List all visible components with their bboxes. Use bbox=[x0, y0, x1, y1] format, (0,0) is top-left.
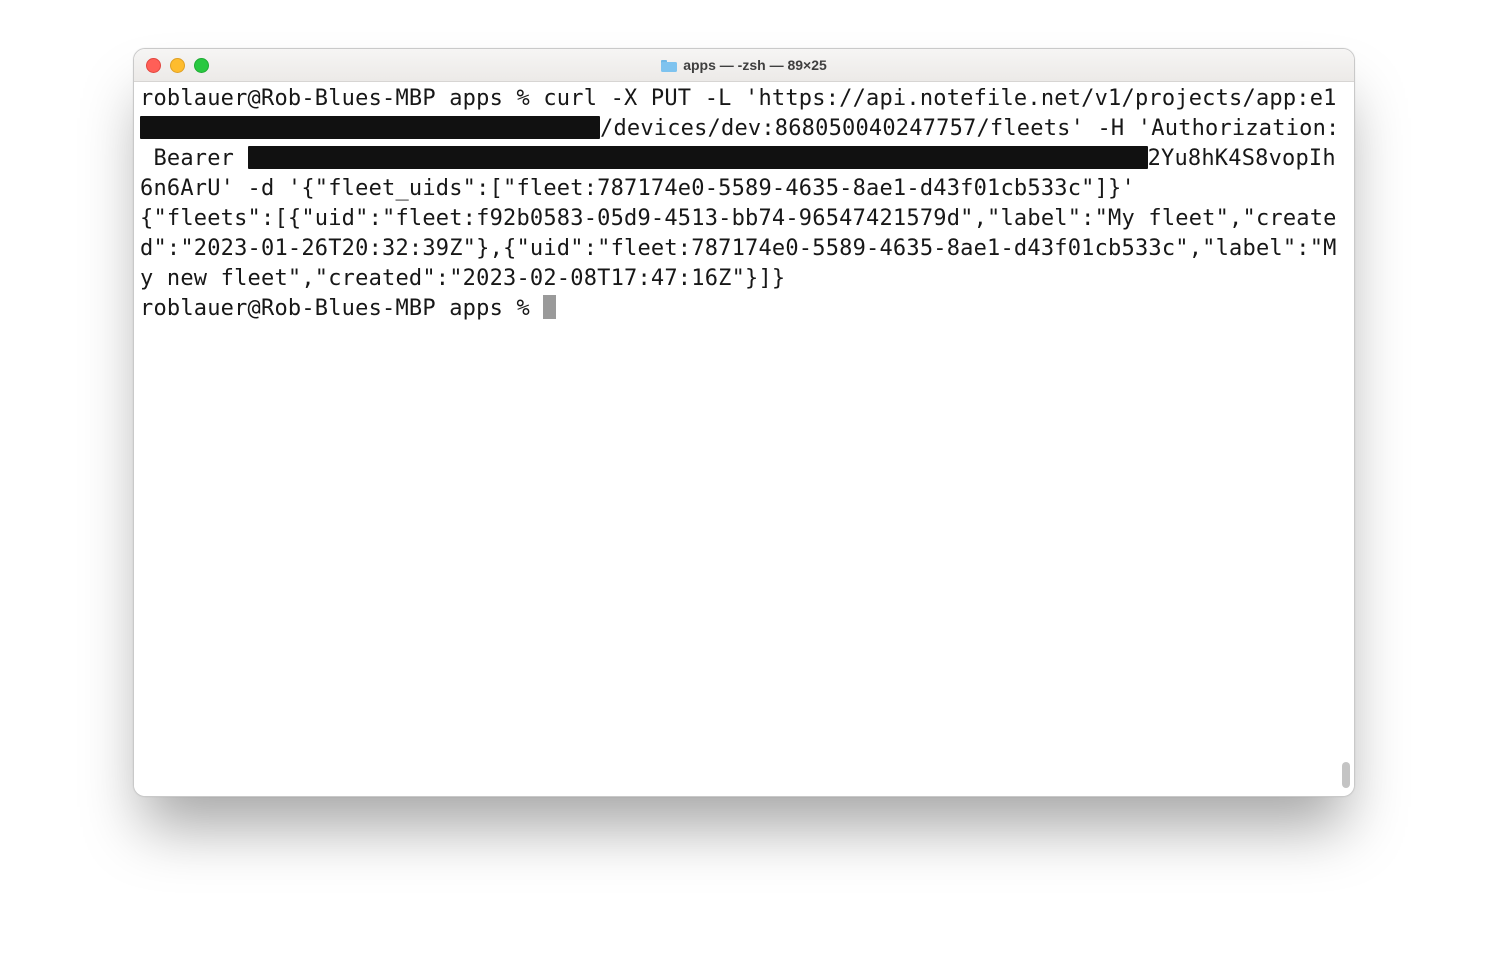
traffic-lights bbox=[146, 58, 209, 73]
window-title-text: apps — -zsh — 89×25 bbox=[683, 57, 827, 73]
terminal-output[interactable]: roblauer@Rob-Blues-MBP apps % curl -X PU… bbox=[134, 82, 1354, 796]
scrollbar-thumb[interactable] bbox=[1342, 762, 1350, 788]
terminal-window: apps — -zsh — 89×25 roblauer@Rob-Blues-M… bbox=[133, 48, 1355, 797]
terminal-line: Bearer bbox=[140, 146, 248, 171]
folder-icon bbox=[661, 59, 677, 72]
redacted-block bbox=[140, 116, 600, 139]
terminal-line: 2Yu8hK4S8vopIh bbox=[1148, 146, 1336, 171]
window-title: apps — -zsh — 89×25 bbox=[134, 57, 1354, 73]
terminal-line: 6n6ArU' -d '{"fleet_uids":["fleet:787174… bbox=[140, 176, 1135, 201]
terminal-line: {"fleets":[{"uid":"fleet:f92b0583-05d9-4… bbox=[140, 206, 1337, 291]
titlebar[interactable]: apps — -zsh — 89×25 bbox=[134, 49, 1354, 82]
terminal-line: roblauer@Rob-Blues-MBP apps % curl -X PU… bbox=[140, 86, 1337, 111]
terminal-line: /devices/dev:868050040247757/fleets' -H … bbox=[600, 116, 1339, 141]
close-icon[interactable] bbox=[146, 58, 161, 73]
terminal-line: roblauer@Rob-Blues-MBP apps % bbox=[140, 296, 543, 321]
minimize-icon[interactable] bbox=[170, 58, 185, 73]
maximize-icon[interactable] bbox=[194, 58, 209, 73]
redacted-block bbox=[248, 146, 1148, 169]
cursor-icon bbox=[543, 295, 556, 319]
